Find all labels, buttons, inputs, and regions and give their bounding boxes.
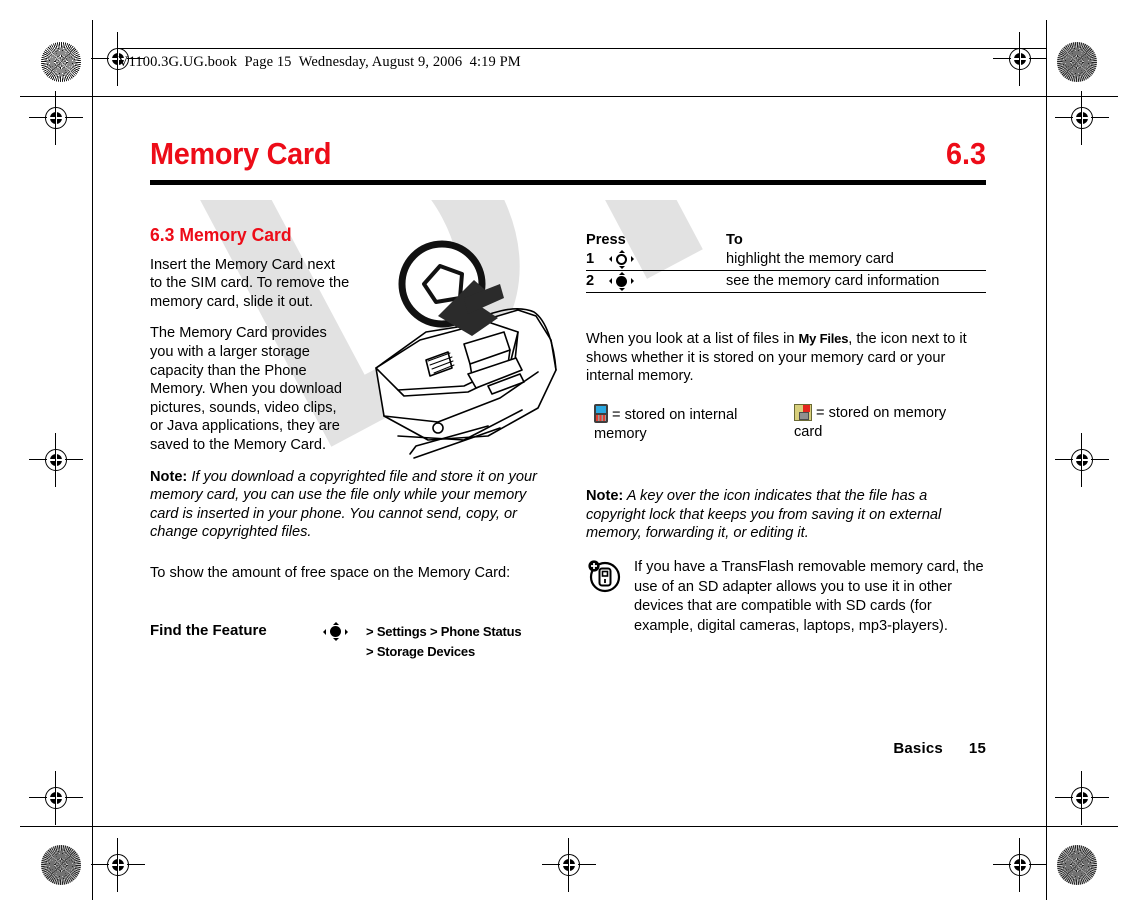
press-step-number: 2 (586, 270, 608, 294)
starburst-target-bottom-left (41, 845, 81, 885)
registration-mark-bottom-right (993, 838, 1047, 892)
table-row: 1 highlight the memory card (586, 249, 986, 271)
legend-item-memory-card: = stored on memory card (794, 404, 984, 442)
internal-memory-phone-icon (594, 404, 608, 423)
menu-item-storage-devices[interactable]: Storage Devices (377, 644, 475, 659)
legend-card-text: = stored on memory (816, 405, 947, 421)
registration-mark-left-upper (29, 91, 83, 145)
right-note-text: A key over the icon indicates that the f… (586, 488, 942, 542)
legend-internal-text-line2: memory (594, 426, 647, 442)
legend-internal-text: = stored on internal (612, 407, 738, 423)
navigation-key-filled-icon (608, 270, 726, 294)
page-footer: Basics 15 (893, 740, 986, 757)
registration-mark-left-lower (29, 771, 83, 825)
column-header-to: To (726, 232, 743, 248)
table-header-row: Press To (586, 232, 986, 249)
right-column-text: When you look at a list of files in My F… (586, 330, 986, 399)
legend-item-internal-memory: = stored on internal memory (594, 404, 784, 444)
crop-line-top-rule (20, 96, 1118, 97)
starburst-target-top-left (41, 42, 81, 82)
registration-mark-right-upper (1055, 91, 1109, 145)
left-note-text: If you download a copyrighted file and s… (150, 468, 537, 541)
menu-item-phone-status[interactable]: Phone Status (441, 624, 522, 639)
tip-block: If you have a TransFlash removable memor… (586, 558, 986, 636)
keyword-my-files: My Files (798, 331, 849, 346)
starburst-target-bottom-right (1057, 845, 1097, 885)
left-note: Note: If you download a copyrighted file… (150, 468, 552, 542)
find-the-feature-path: > Settings > Phone Status > Storage Devi… (366, 622, 522, 662)
press-step-description: see the memory card information (726, 270, 986, 294)
print-header-text: V1100.3G.UG.book Page 15 Wednesday, Augu… (118, 54, 521, 70)
right-paragraph-1-part-1: When you look at a list of files in (586, 331, 799, 347)
menu-item-settings[interactable]: Settings (377, 624, 427, 639)
registration-mark-top-right-upper (993, 32, 1047, 86)
find-the-feature-path-line-2: > Storage Devices (366, 642, 521, 662)
left-note-label: Note: (150, 468, 188, 485)
crop-line-top (92, 20, 93, 900)
right-note: Note: A key over the icon indicates that… (586, 487, 986, 543)
registration-mark-right-lower (1055, 771, 1109, 825)
left-paragraph-3: To show the amount of free space on the … (150, 564, 511, 581)
left-paragraph-1: Insert the Memory Card next to the SIM c… (150, 256, 350, 310)
chapter-number: 6.3 (945, 136, 986, 171)
page-sheet: V1100.3G.UG.book Page 15 Wednesday, Augu… (0, 0, 1138, 920)
right-paragraph-1: When you look at a list of files in My F… (586, 330, 986, 386)
tip-phone-plus-icon (586, 559, 622, 593)
column-header-press: Press (586, 232, 626, 248)
header-rule (118, 48, 1046, 49)
press-step-number: 1 (586, 251, 595, 268)
table-row: 2 see the memory card information (586, 270, 986, 294)
navigation-key-hollow-icon (608, 249, 726, 271)
chapter-rule (150, 180, 986, 185)
right-note-block: Note: A key over the icon indicates that… (586, 487, 986, 556)
path-chevron-3: > (366, 644, 374, 659)
press-step-description: highlight the memory card (726, 251, 894, 268)
tip-text: If you have a TransFlash removable memor… (634, 559, 984, 634)
page-title: Memory Card (150, 136, 332, 171)
registration-mark-right-middle (1055, 433, 1109, 487)
registration-mark-left-middle (29, 433, 83, 487)
path-chevron-2: > (429, 624, 438, 639)
find-the-feature-path-line-1: > Settings > Phone Status (366, 622, 522, 642)
starburst-target-top-right (1057, 42, 1097, 82)
press-to-table: Press To 1 highlight the memory card 2 s… (586, 232, 986, 294)
crop-line-bottom-rule (20, 826, 1118, 827)
footer-page-number: 15 (968, 740, 986, 757)
left-paragraph-2: The Memory Card provides you with a larg… (150, 325, 342, 453)
find-the-feature-row: Find the Feature > Settings > Phone Stat… (150, 622, 552, 662)
phone-memory-card-slot-illustration (368, 240, 564, 466)
legend-card-text-line2: card (794, 424, 823, 440)
path-chevron-1: > (366, 624, 374, 639)
chapter-header: Memory Card 6.3 (150, 138, 986, 169)
footer-section: Basics (893, 740, 943, 757)
memory-card-icon (794, 404, 812, 421)
registration-mark-bottom-center (542, 838, 596, 892)
crop-line-right-vertical (1046, 20, 1047, 900)
navigation-key-filled-icon (322, 622, 366, 642)
find-the-feature-label: Find the Feature (150, 622, 267, 639)
right-note-label: Note: (586, 488, 624, 504)
registration-mark-bottom-left (91, 838, 145, 892)
